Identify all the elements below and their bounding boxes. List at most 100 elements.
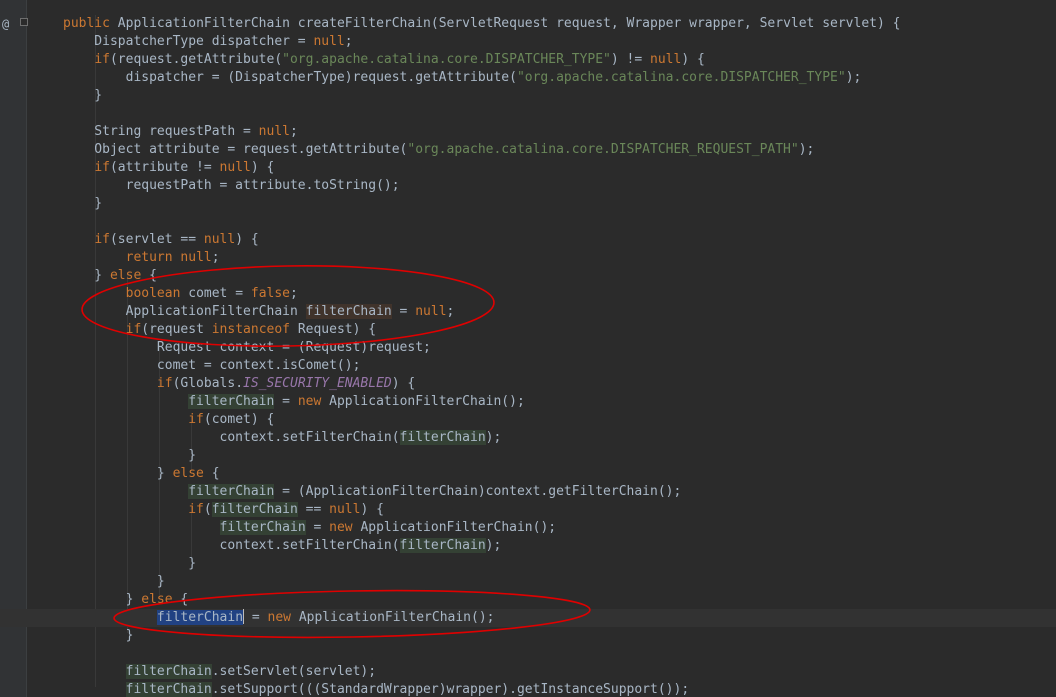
code-line[interactable]: filterChain = (ApplicationFilterChain)co… <box>0 483 1056 501</box>
code-token: else <box>141 592 181 607</box>
code-line[interactable]: Object attribute = request.getAttribute(… <box>0 141 1056 159</box>
code-token: } <box>63 196 103 211</box>
code-line[interactable]: public ApplicationFilterChain createFilt… <box>0 15 1056 33</box>
code-line[interactable]: filterChain.setSupport(((StandardWrapper… <box>0 681 1056 697</box>
code-token: public <box>63 16 118 31</box>
code-line[interactable]: if(filterChain == null) { <box>0 501 1056 519</box>
code-token: context.setFilterChain( <box>63 430 400 445</box>
code-line[interactable]: comet = context.isComet(); <box>0 357 1056 375</box>
code-token: null <box>203 232 236 247</box>
code-line[interactable]: if(servlet == null) { <box>0 231 1056 249</box>
code-token: } <box>63 268 110 283</box>
code-line[interactable]: filterChain = new ApplicationFilterChain… <box>0 609 1056 627</box>
code-token: new <box>329 520 361 535</box>
code-token: { <box>149 268 157 283</box>
code-token: null <box>650 52 682 67</box>
code-line[interactable]: } <box>0 87 1056 105</box>
code-token: ApplicationFilterChain <box>63 304 306 319</box>
code-token: null <box>313 34 345 49</box>
code-line[interactable]: } else { <box>0 267 1056 285</box>
code-token: (request <box>141 322 212 337</box>
code-token: ApplicationFilterChain(); <box>298 610 495 625</box>
code-line[interactable]: String requestPath = null; <box>0 123 1056 141</box>
code-line[interactable]: return null; <box>0 249 1056 267</box>
code-token: ApplicationFilterChain(); <box>360 520 557 535</box>
code-token: filterChain <box>188 394 275 409</box>
code-line[interactable]: filterChain.setServlet(servlet); <box>0 663 1056 681</box>
code-line[interactable]: } <box>0 627 1056 645</box>
code-token: return null <box>125 250 212 265</box>
code-token: ; <box>211 250 220 265</box>
code-line[interactable] <box>0 213 1056 231</box>
code-token: (servlet == <box>109 232 204 247</box>
code-token: null <box>258 124 290 139</box>
code-editor[interactable]: @ public ApplicationFilterChain createFi… <box>0 0 1056 697</box>
code-token: Request context = (Request)request; <box>63 340 431 355</box>
code-token: if <box>156 376 173 391</box>
code-token: .setSupport(((StandardWrapper)wrapper).g… <box>211 682 690 697</box>
code-token: = (ApplicationFilterChain)context.getFil… <box>274 484 682 499</box>
code-line[interactable]: if(comet) { <box>0 411 1056 429</box>
code-token: String requestPath = <box>63 124 259 139</box>
code-token: if <box>188 502 204 517</box>
code-line[interactable]: context.setFilterChain(filterChain); <box>0 537 1056 555</box>
code-token: IS_SECURITY_ENABLED <box>243 376 392 391</box>
code-token: == <box>297 502 330 517</box>
code-token: ) { <box>391 376 416 391</box>
code-token: ApplicationFilterChain(); <box>329 394 525 409</box>
code-line[interactable]: context.setFilterChain(filterChain); <box>0 429 1056 447</box>
code-token: ) { <box>235 232 259 247</box>
code-line[interactable]: if(request instanceof Request) { <box>0 321 1056 339</box>
code-line[interactable]: filterChain = new ApplicationFilterChain… <box>0 393 1056 411</box>
code-token: DispatcherType dispatcher = <box>63 34 314 49</box>
code-line[interactable]: } <box>0 447 1056 465</box>
code-token: { <box>211 466 220 481</box>
code-line[interactable]: } else { <box>0 591 1056 609</box>
code-token: boolean <box>125 286 189 301</box>
code-token: "org.apache.catalina.core.DISPATCHER_TYP… <box>282 52 611 67</box>
code-line[interactable]: } <box>0 555 1056 573</box>
code-lines[interactable]: public ApplicationFilterChain createFilt… <box>0 15 1056 697</box>
code-line[interactable]: ApplicationFilterChain filterChain = nul… <box>0 303 1056 321</box>
code-token: .setServlet(servlet); <box>211 664 377 679</box>
code-token: ) != <box>610 52 651 67</box>
code-token: = <box>244 610 268 625</box>
code-token: ); <box>485 538 502 553</box>
code-token: ApplicationFilterChain createFilterChain… <box>117 16 901 31</box>
code-token: if <box>125 322 142 337</box>
code-line[interactable] <box>0 105 1056 123</box>
code-token: ; <box>289 124 298 139</box>
code-token: ; <box>344 34 353 49</box>
code-token: } <box>63 556 197 571</box>
code-line[interactable] <box>0 645 1056 663</box>
code-line[interactable]: if(request.getAttribute("org.apache.cata… <box>0 51 1056 69</box>
code-line[interactable]: filterChain = new ApplicationFilterChain… <box>0 519 1056 537</box>
code-token: else <box>172 466 212 481</box>
code-token: context.setFilterChain( <box>63 538 400 553</box>
code-token: } <box>63 592 142 607</box>
code-token: = <box>391 304 416 319</box>
code-line[interactable]: if(attribute != null) { <box>0 159 1056 177</box>
code-token: ); <box>485 430 502 445</box>
code-token: ( <box>203 502 212 517</box>
code-token: "org.apache.catalina.core.DISPATCHER_TYP… <box>516 70 846 85</box>
code-line[interactable]: } else { <box>0 465 1056 483</box>
code-line[interactable]: requestPath = attribute.toString(); <box>0 177 1056 195</box>
code-line[interactable]: dispatcher = (DispatcherType)request.get… <box>0 69 1056 87</box>
code-line[interactable]: Request context = (Request)request; <box>0 339 1056 357</box>
code-line[interactable]: boolean comet = false; <box>0 285 1056 303</box>
code-line[interactable]: DispatcherType dispatcher = null; <box>0 33 1056 51</box>
code-line[interactable]: if(Globals.IS_SECURITY_ENABLED) { <box>0 375 1056 393</box>
code-line[interactable]: } <box>0 195 1056 213</box>
code-line[interactable]: } <box>0 573 1056 591</box>
code-token: ) { <box>360 502 384 517</box>
code-token: filterChain <box>211 502 298 517</box>
